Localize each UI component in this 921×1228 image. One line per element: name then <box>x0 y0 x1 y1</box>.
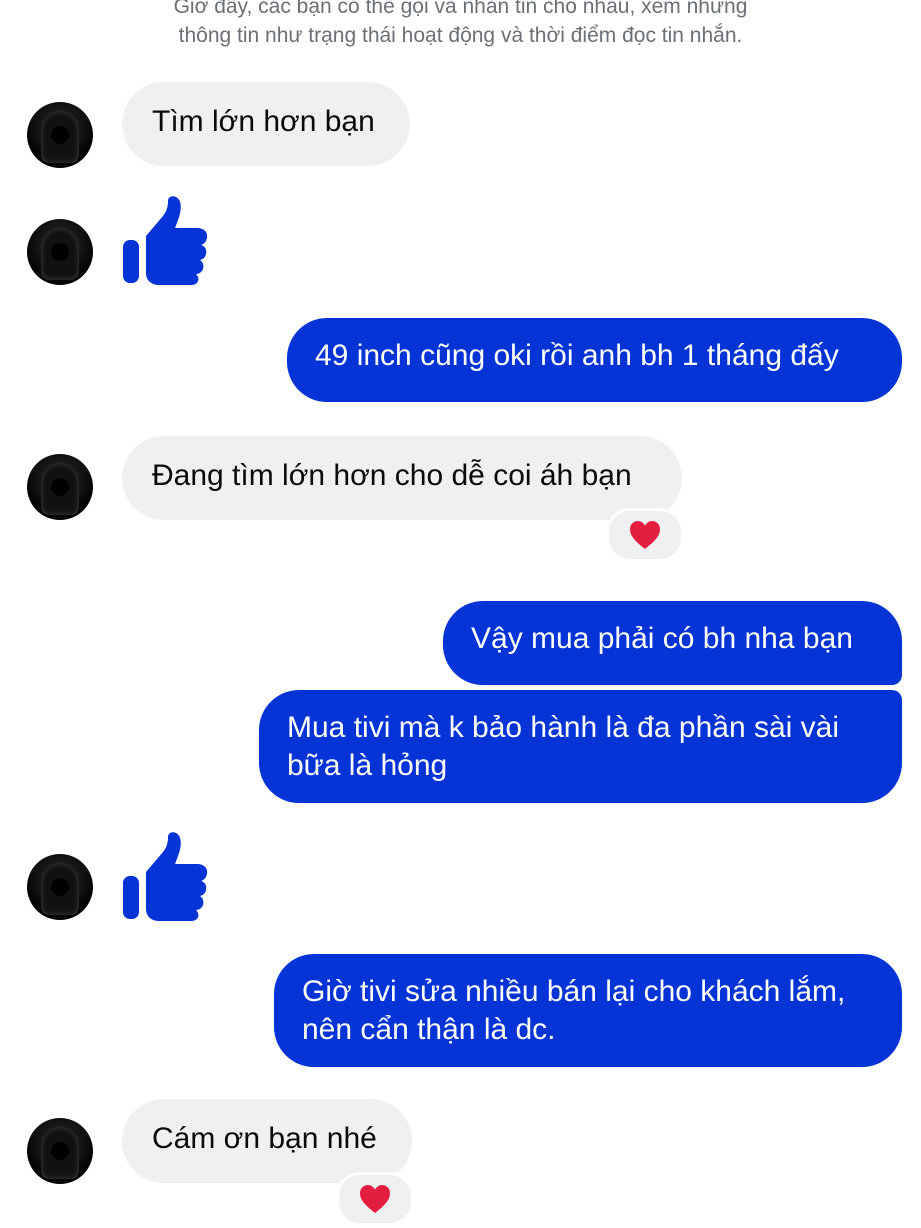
contact-avatar[interactable] <box>27 854 93 920</box>
message-text: Cám ơn bạn nhé <box>152 1122 377 1155</box>
contact-avatar[interactable] <box>27 454 93 520</box>
notice-line-2: thông tin như trạng thái hoạt động và th… <box>178 24 743 47</box>
message-text: Giờ tivi sửa nhiều bán lại cho khách lắm… <box>302 975 846 1046</box>
message-reaction[interactable] <box>606 508 684 562</box>
contact-avatar[interactable] <box>27 219 93 285</box>
message-text: Vậy mua phải có bh nha bạn <box>471 622 853 655</box>
incoming-message[interactable]: Cám ơn bạn nhé <box>122 1099 412 1183</box>
outgoing-message[interactable]: Giờ tivi sửa nhiều bán lại cho khách lắm… <box>274 954 902 1067</box>
message-reaction[interactable] <box>336 1172 414 1226</box>
message-text: Mua tivi mà k bảo hành là đa phần sài và… <box>287 711 839 782</box>
heart-icon <box>360 1185 390 1213</box>
conversation-privacy-notice: Giờ đây, các bạn có thể gọi và nhắn tin … <box>0 0 921 50</box>
outgoing-message[interactable]: 49 inch cũng oki rồi anh bh 1 tháng đấy <box>287 318 902 402</box>
outgoing-message[interactable]: Vậy mua phải có bh nha bạn <box>443 601 902 685</box>
notice-line-1: Giờ đây, các bạn có thể gọi và nhắn tin … <box>173 0 748 18</box>
incoming-message[interactable]: Đang tìm lớn hơn cho dễ coi áh bạn <box>122 436 682 520</box>
thumbs-up-icon[interactable] <box>121 196 211 286</box>
outgoing-message[interactable]: Mua tivi mà k bảo hành là đa phần sài và… <box>259 690 902 803</box>
contact-avatar[interactable] <box>27 1118 93 1184</box>
message-text: Tìm lớn hơn bạn <box>152 105 375 138</box>
thumbs-up-icon[interactable] <box>121 832 211 922</box>
message-text: 49 inch cũng oki rồi anh bh 1 tháng đấy <box>315 339 839 372</box>
heart-icon <box>630 521 660 549</box>
contact-avatar[interactable] <box>27 102 93 168</box>
incoming-message[interactable]: Tìm lớn hơn bạn <box>122 82 410 166</box>
message-text: Đang tìm lớn hơn cho dễ coi áh bạn <box>152 459 632 492</box>
